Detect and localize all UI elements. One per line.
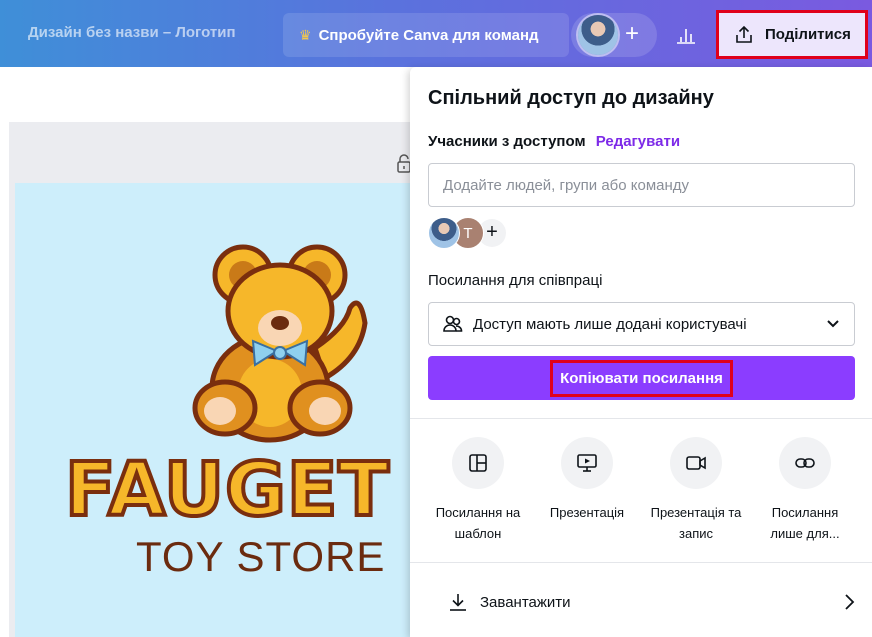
option-presentation[interactable]: Презентація <box>532 432 642 523</box>
option-label: Презентація та <box>650 505 742 520</box>
top-bar: Дизайн без назви – Логотип ♛ Спробуйте C… <box>0 0 872 67</box>
template-icon <box>452 437 504 489</box>
edit-link[interactable]: Редагувати <box>596 133 680 150</box>
option-label: лише для... <box>770 526 840 541</box>
crown-icon: ♛ <box>299 26 312 43</box>
option-label: шаблон <box>454 526 502 541</box>
record-icon <box>670 437 722 489</box>
divider <box>410 418 872 419</box>
access-dropdown[interactable]: Доступ мають лише додані користувачі <box>428 302 855 346</box>
upload-icon <box>736 25 752 43</box>
try-canva-teams-label: Спробуйте Canva для команд <box>318 26 539 44</box>
chevron-down-icon <box>827 320 839 328</box>
members-section: Учасники з доступом Редагувати <box>428 133 680 150</box>
share-button[interactable]: Поділитися <box>716 10 868 59</box>
avatar[interactable] <box>578 15 618 55</box>
document-title[interactable]: Дизайн без назви – Логотип <box>28 24 236 41</box>
bar-chart-icon <box>677 29 695 44</box>
share-panel: Спільний доступ до дизайну Учасники з до… <box>410 67 872 637</box>
download-icon <box>450 594 466 611</box>
brand-wordmark: FAUGET <box>63 445 391 535</box>
link-icon <box>779 437 831 489</box>
insights-button[interactable] <box>664 13 708 57</box>
collab-link-label: Посилання для співпраці <box>428 272 603 289</box>
panel-title: Спільний доступ до дизайну <box>428 87 714 109</box>
members-label: Учасники з доступом <box>428 133 586 150</box>
teddy-bear-illustration <box>192 244 368 443</box>
access-dropdown-value: Доступ мають лише додані користувачі <box>473 315 747 333</box>
option-template-link[interactable]: Посилання на шаблон <box>423 432 533 544</box>
chevron-right-icon <box>845 594 855 610</box>
presentation-icon <box>561 437 613 489</box>
option-label: Презентація <box>549 505 625 520</box>
add-people-input[interactable] <box>428 163 855 207</box>
copy-link-button[interactable]: Копіювати посилання <box>428 356 855 400</box>
member-avatars: T + <box>428 217 528 251</box>
option-present-and-record[interactable]: Презентація та запис <box>641 432 751 544</box>
share-button-label: Поділитися <box>765 26 851 43</box>
option-label: Посилання <box>771 505 839 520</box>
option-label: запис <box>679 526 713 541</box>
download-label: Завантажити <box>480 593 571 611</box>
add-collaborator-icon[interactable]: + <box>625 19 639 49</box>
collaborators-group[interactable]: + <box>571 13 657 57</box>
divider <box>410 562 872 563</box>
option-view-only-link[interactable]: Посилання лише для... <box>750 432 860 544</box>
avatar[interactable] <box>428 217 460 249</box>
copy-link-label: Копіювати посилання <box>550 359 733 397</box>
try-canva-teams-button[interactable]: ♛ Спробуйте Canva для команд <box>283 13 569 57</box>
download-button[interactable]: Завантажити <box>428 582 855 622</box>
share-options: Посилання на шаблон Презентація Презентац… <box>410 432 872 552</box>
design-canvas[interactable]: FAUGET TOY STORE <box>15 183 419 637</box>
people-icon <box>443 315 463 332</box>
option-label: Посилання на <box>435 505 521 520</box>
brand-subtitle: TOY STORE <box>136 533 386 580</box>
